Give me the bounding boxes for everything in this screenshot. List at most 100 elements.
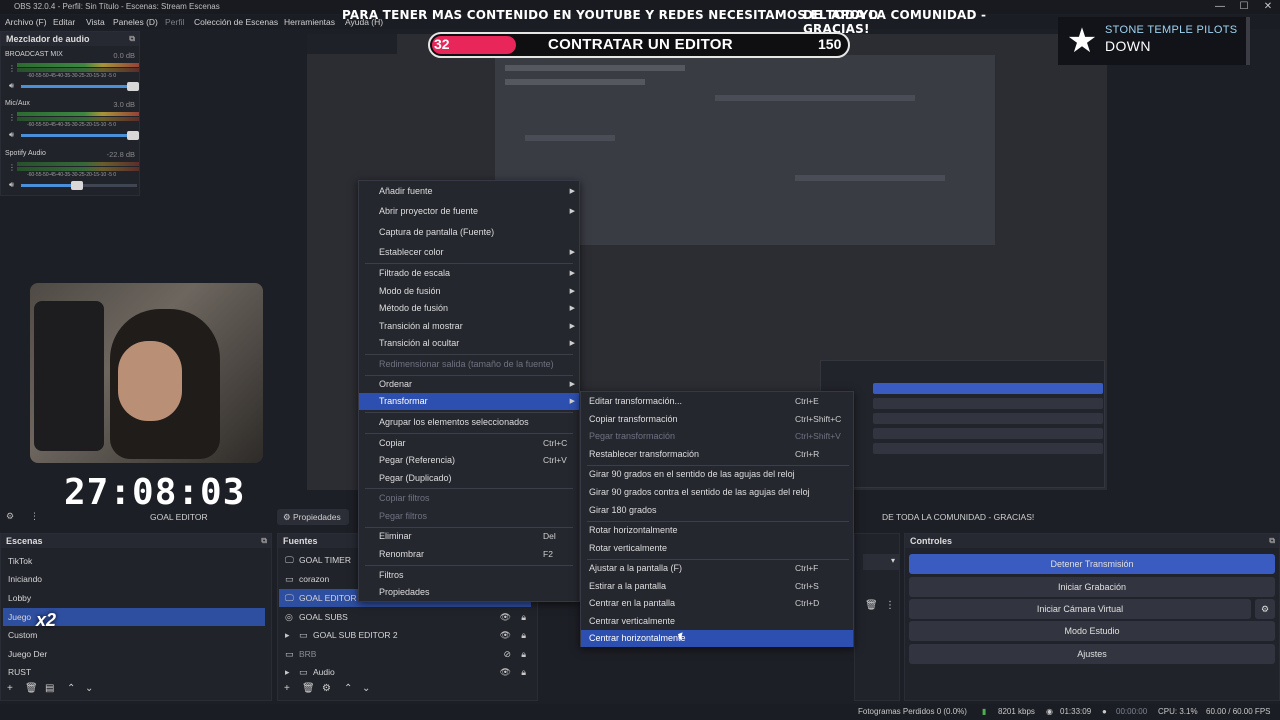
menu-item-blend-method[interactable]: Método de fusión ▶ <box>359 300 579 317</box>
speaker-icon[interactable]: 🔊︎ <box>9 180 14 190</box>
dock-float-icon[interactable]: ⧉ <box>261 534 267 548</box>
menu-archivo[interactable]: Archivo (F) <box>5 15 47 29</box>
volume-slider-knob[interactable] <box>127 82 139 91</box>
menu-item-center-horizontal[interactable]: Centrar horizontalmente <box>581 630 853 647</box>
menu-item-scale-filter[interactable]: Filtrado de escala ▶ <box>359 265 579 282</box>
menu-item-add-source[interactable]: Añadir fuente ▶ <box>359 183 579 200</box>
eye-icon[interactable]: 👁︎ <box>500 663 511 681</box>
maximize-button[interactable]: ☐ <box>1232 0 1256 14</box>
scene-item[interactable]: Iniciando <box>3 570 265 588</box>
menu-item-hide-transition[interactable]: Transición al ocultar ▶ <box>359 335 579 352</box>
speaker-icon[interactable]: 🔊︎ <box>9 81 14 91</box>
trash-icon[interactable]: 🗑︎ <box>302 683 315 694</box>
menu-item-screenshot[interactable]: Captura de pantalla (Fuente) <box>359 224 579 241</box>
menu-item-transform[interactable]: Transformar ▶ <box>359 393 579 410</box>
menu-item-copy[interactable]: Copiar Ctrl+C <box>359 435 579 452</box>
move-down-icon[interactable]: ⌄ <box>85 683 93 694</box>
menu-item-properties[interactable]: Propiedades <box>359 584 579 601</box>
menu-paneles[interactable]: Paneles (D) <box>113 15 158 29</box>
toolbar-menu-icon[interactable]: ⋮ <box>30 511 39 522</box>
eye-icon[interactable]: 👁︎ <box>500 626 511 644</box>
minimize-button[interactable]: — <box>1208 0 1232 14</box>
volume-slider[interactable] <box>21 82 139 91</box>
scene-item[interactable]: TikTok <box>3 552 265 570</box>
start-virtual-camera-button[interactable]: Iniciar Cámara Virtual <box>909 599 1251 619</box>
properties-button[interactable]: ⚙ Propiedades <box>277 509 349 525</box>
channel-menu-icon[interactable]: ⋮ <box>8 163 16 172</box>
settings-button[interactable]: Ajustes <box>909 644 1275 664</box>
source-item[interactable]: ◎ GOAL SUBS 👁︎ 🔒︎ <box>279 608 531 626</box>
menu-coleccion-escenas[interactable]: Colección de Escenas <box>194 15 278 29</box>
menu-item-order[interactable]: Ordenar ▶ <box>359 376 579 393</box>
dock-float-icon[interactable]: ⧉ <box>129 32 135 46</box>
menu-item-delete[interactable]: Eliminar Del <box>359 528 579 545</box>
source-item[interactable]: ▭ BRB ⊘ 🔒︎ <box>279 645 531 663</box>
stop-streaming-button[interactable]: Detener Transmisión <box>909 554 1275 574</box>
menu-editar[interactable]: Editar <box>53 15 75 29</box>
eye-hidden-icon[interactable]: ⊘ <box>503 645 511 663</box>
lock-icon[interactable]: 🔒︎ <box>521 626 526 644</box>
menu-item-paste-duplicate[interactable]: Pegar (Duplicado) <box>359 470 579 487</box>
menu-item-rotate-180[interactable]: Girar 180 grados <box>581 502 853 519</box>
menu-item-set-color[interactable]: Establecer color ▶ <box>359 244 579 261</box>
menu-herramientas[interactable]: Herramientas <box>284 15 335 29</box>
menu-shortcut: Ctrl+D <box>795 598 820 608</box>
menu-item-fit-to-screen[interactable]: Ajustar a la pantalla (F) Ctrl+F <box>581 560 853 577</box>
trash-icon[interactable]: 🗑︎ <box>865 600 878 611</box>
source-group[interactable]: ▸ ▭ Audio 👁︎ 🔒︎ <box>279 663 531 681</box>
source-group[interactable]: ▸ ▭ GOAL SUB EDITOR 2 👁︎ 🔒︎ <box>279 626 531 644</box>
scene-filters-icon[interactable]: ▤ <box>45 683 54 694</box>
audio-dock-dropdown[interactable]: ▾ <box>863 554 899 570</box>
expand-arrow-icon[interactable]: ▸ <box>285 663 290 681</box>
move-up-icon[interactable]: ⌃ <box>67 683 75 694</box>
menu-item-edit-transform[interactable]: Editar transformación... Ctrl+E <box>581 393 853 410</box>
menu-item-center-vertical[interactable]: Centrar verticalmente <box>581 613 853 630</box>
menu-item-show-transition[interactable]: Transición al mostrar ▶ <box>359 318 579 335</box>
menu-item-center-screen[interactable]: Centrar en la pantalla Ctrl+D <box>581 595 853 612</box>
channel-menu-icon[interactable]: ⋮ <box>8 64 16 73</box>
lock-icon[interactable]: 🔒︎ <box>521 663 526 681</box>
volume-slider-knob[interactable] <box>71 181 83 190</box>
menu-perfil[interactable]: Perfil <box>165 15 184 29</box>
dock-float-icon[interactable]: ⧉ <box>1269 534 1275 548</box>
add-scene-icon[interactable]: + <box>7 683 13 694</box>
menu-item-reset-transform[interactable]: Restablecer transformación Ctrl+R <box>581 446 853 463</box>
add-source-icon[interactable]: + <box>284 683 290 694</box>
scene-item[interactable]: RUST <box>3 663 265 681</box>
gear-icon[interactable]: ⚙ <box>6 511 14 522</box>
menu-item-copy-transform[interactable]: Copiar transformación Ctrl+Shift+C <box>581 411 853 428</box>
menu-item-rename[interactable]: Renombrar F2 <box>359 546 579 563</box>
gear-icon[interactable]: ⚙ <box>322 683 331 694</box>
scene-item[interactable]: Juego Der <box>3 645 265 663</box>
move-up-icon[interactable]: ⌃ <box>344 683 352 694</box>
menu-item-rotate-ccw[interactable]: Girar 90 grados contra el sentido de las… <box>581 484 853 501</box>
stream-icon: ◉ <box>1046 707 1053 716</box>
menu-item-filters[interactable]: Filtros <box>359 567 579 584</box>
virtual-camera-settings-button[interactable]: ⚙ <box>1255 599 1275 619</box>
expand-arrow-icon[interactable]: ▸ <box>285 626 290 644</box>
move-down-icon[interactable]: ⌄ <box>362 683 370 694</box>
volume-slider-knob[interactable] <box>127 131 139 140</box>
volume-slider[interactable] <box>21 131 139 140</box>
menu-item-rotate-cw[interactable]: Girar 90 grados en el sentido de las agu… <box>581 466 853 483</box>
menu-item-source-projector[interactable]: Abrir proyector de fuente ▶ <box>359 203 579 220</box>
lock-icon[interactable]: 🔒︎ <box>521 645 526 663</box>
eye-icon[interactable]: 👁︎ <box>500 608 511 626</box>
trash-icon[interactable]: 🗑︎ <box>25 683 38 694</box>
menu-item-blend-mode[interactable]: Modo de fusión ▶ <box>359 283 579 300</box>
menu-item-flip-horizontal[interactable]: Rotar horizontalmente <box>581 522 853 539</box>
lock-icon[interactable]: 🔒︎ <box>521 608 526 626</box>
menu-item-stretch-to-screen[interactable]: Estirar a la pantalla Ctrl+S <box>581 578 853 595</box>
start-recording-button[interactable]: Iniciar Grabación <box>909 577 1275 597</box>
menu-vista[interactable]: Vista <box>86 15 105 29</box>
scene-item[interactable]: Lobby <box>3 589 265 607</box>
close-button[interactable]: ✕ <box>1256 0 1280 14</box>
volume-slider[interactable] <box>21 181 137 190</box>
menu-item-group-selected[interactable]: Agrupar los elementos seleccionados <box>359 414 579 431</box>
studio-mode-button[interactable]: Modo Estudio <box>909 621 1275 641</box>
menu-item-flip-vertical[interactable]: Rotar verticalmente <box>581 540 853 557</box>
speaker-icon[interactable]: 🔊︎ <box>9 130 14 140</box>
menu-item-paste-reference[interactable]: Pegar (Referencia) Ctrl+V <box>359 452 579 469</box>
channel-menu-icon[interactable]: ⋮ <box>8 113 16 122</box>
menu-icon[interactable]: ⋮ <box>885 600 895 611</box>
